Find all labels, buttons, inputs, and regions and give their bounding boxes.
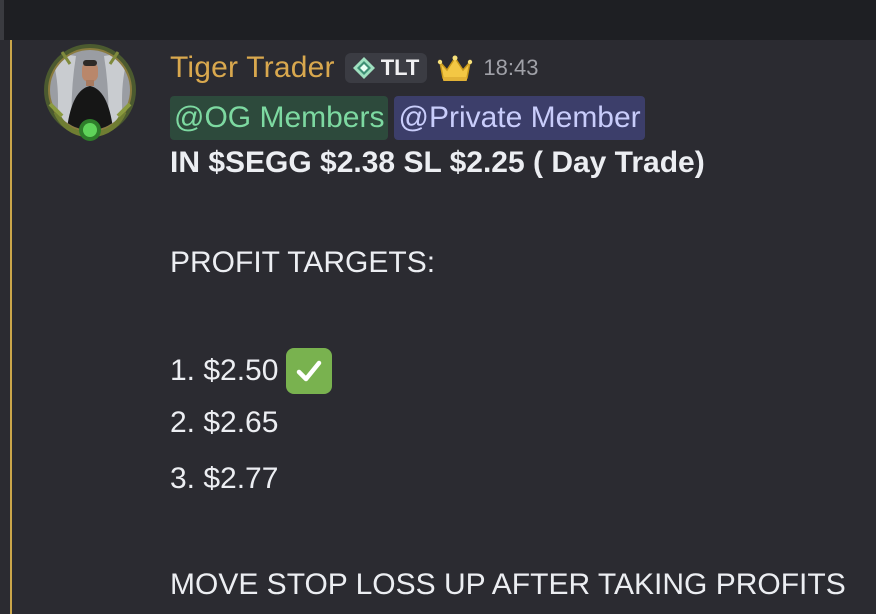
top-bar: [0, 0, 876, 40]
profit-target-item: 3. $2.77: [170, 462, 279, 495]
message-highlight-bar: [10, 40, 12, 614]
timestamp[interactable]: 18:43: [483, 55, 538, 81]
message-header: Tiger Trader TLT 18:43: [170, 48, 538, 88]
mentions-row: @OG Members @Private Member: [170, 96, 645, 140]
server-tag-label: TLT: [380, 55, 420, 80]
profit-targets-heading: PROFIT TARGETS:: [170, 246, 436, 279]
avatar[interactable]: [42, 42, 138, 142]
stop-loss-note: MOVE STOP LOSS UP AFTER TAKING PROFITS: [170, 568, 846, 601]
crown-icon: [438, 55, 473, 81]
top-bar-corner: [0, 0, 4, 40]
profit-target-text: 1. $2.50: [170, 354, 279, 387]
check-mark-glyph: [297, 360, 322, 382]
trade-entry-text: IN $SEGG $2.38 SL $2.25 ( Day Trade): [170, 146, 705, 179]
check-mark-icon: [286, 348, 333, 394]
server-tag-badge[interactable]: TLT: [344, 53, 428, 83]
diamond-icon: [352, 57, 375, 79]
mention-private-member[interactable]: @Private Member: [394, 96, 645, 140]
mention-og-members[interactable]: @OG Members: [170, 96, 389, 140]
profit-target-item: 1. $2.50: [170, 348, 333, 394]
profit-target-item: 2. $2.65: [170, 406, 279, 439]
username[interactable]: Tiger Trader: [170, 51, 335, 85]
